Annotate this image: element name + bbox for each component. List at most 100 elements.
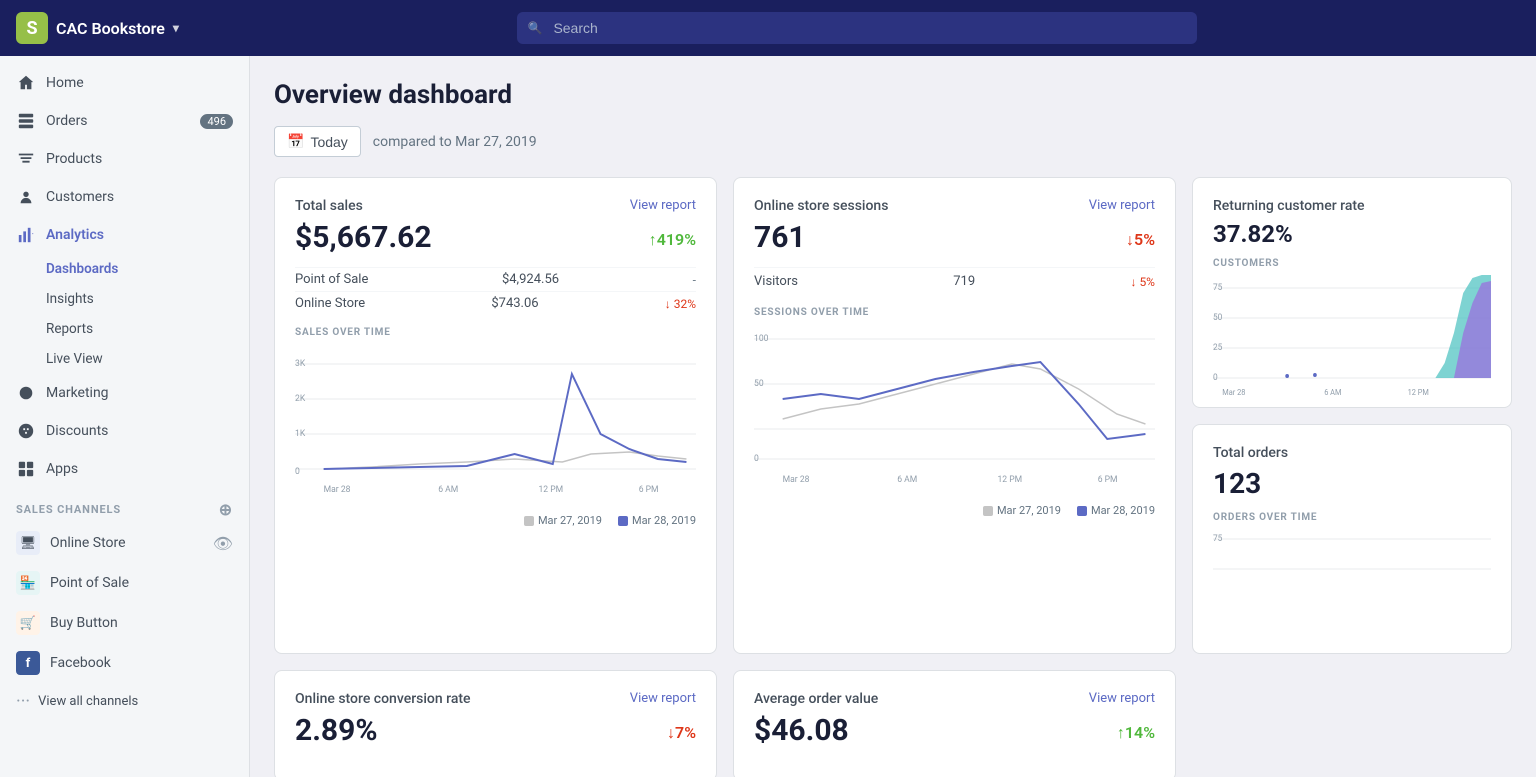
conversion-rate-card: Online store conversion rate View report… <box>274 670 717 777</box>
svg-text:0: 0 <box>754 454 759 464</box>
sidebar-channel-online-store[interactable]: 🖥 Online Store 👁 <box>0 523 249 563</box>
page-title: Overview dashboard <box>274 80 1512 110</box>
pos-change: - <box>693 273 696 287</box>
sidebar-channel-pos[interactable]: 🏪 Point of Sale <box>0 563 249 603</box>
sidebar-sub-insights[interactable]: Insights <box>0 284 249 314</box>
store-name: CAC Bookstore <box>56 19 165 38</box>
sidebar-sub-live-view[interactable]: Live View <box>0 344 249 374</box>
svg-text:Mar 28: Mar 28 <box>324 485 351 495</box>
conversion-change: 7% <box>667 723 696 743</box>
sidebar-channel-buy-button[interactable]: 🛒 Buy Button <box>0 603 249 643</box>
orders-chart: 75 <box>1213 529 1491 613</box>
sidebar-item-home[interactable]: Home <box>0 64 249 102</box>
sidebar-label-discounts: Discounts <box>46 423 108 439</box>
sessions-change: 5% <box>1126 230 1155 250</box>
eye-icon[interactable]: 👁 <box>213 534 233 553</box>
apps-icon <box>16 459 36 479</box>
sidebar-item-apps[interactable]: Apps <box>0 450 249 488</box>
search-input[interactable] <box>517 12 1197 44</box>
svg-text:0: 0 <box>295 467 300 477</box>
view-all-channels[interactable]: ··· View all channels <box>0 683 249 720</box>
svg-text:0: 0 <box>1213 373 1218 383</box>
pos-amount: $4,924.56 <box>502 272 559 287</box>
legend-label-mar28: Mar 28, 2019 <box>632 514 696 527</box>
store-dropdown-icon[interactable]: ▾ <box>173 21 179 35</box>
sidebar-item-marketing[interactable]: Marketing <box>0 374 249 412</box>
store-brand[interactable]: S CAC Bookstore ▾ <box>16 12 179 44</box>
orders-chart-label: ORDERS OVER TIME <box>1213 512 1491 523</box>
analytics-icon <box>16 225 36 245</box>
total-sales-view-report[interactable]: View report <box>630 198 696 213</box>
compare-text: compared to Mar 27, 2019 <box>373 134 537 150</box>
total-orders-card: Total orders 123 ORDERS OVER TIME 75 <box>1192 424 1512 655</box>
marketing-icon <box>16 383 36 403</box>
shopify-icon: S <box>16 12 48 44</box>
returning-rate-card: Returning customer rate 37.82% CUSTOMERS… <box>1192 177 1512 408</box>
orders-icon <box>16 111 36 131</box>
sidebar-item-discounts[interactable]: Discounts <box>0 412 249 450</box>
sidebar-item-orders[interactable]: Orders 496 <box>0 102 249 140</box>
sessions-chart-legend: Mar 27, 2019 Mar 28, 2019 <box>754 504 1155 517</box>
sidebar-label-products: Products <box>46 151 102 167</box>
sidebar-channel-label-facebook: Facebook <box>50 655 111 671</box>
sessions-chart: 100 50 0 Mar 28 6 AM 12 PM 6 PM <box>754 324 1155 498</box>
legend-dot-sessions-mar27 <box>983 506 993 516</box>
svg-text:6 AM: 6 AM <box>438 485 458 495</box>
home-icon <box>16 73 36 93</box>
sidebar-channel-facebook[interactable]: f Facebook <box>0 643 249 683</box>
online-change: ↓ 32% <box>665 297 696 311</box>
sidebar-sub-reports[interactable]: Reports <box>0 314 249 344</box>
total-sales-online-row: Online Store $743.06 ↓ 32% <box>295 291 696 315</box>
returning-chart: 75 50 25 0 Mar 28 6 AM 12 PM <box>1213 273 1491 407</box>
svg-text:25: 25 <box>1213 343 1222 353</box>
svg-text:6 PM: 6 PM <box>639 485 659 495</box>
svg-text:3K: 3K <box>295 359 306 369</box>
sidebar-channel-label-buy-button: Buy Button <box>50 615 118 631</box>
svg-text:75: 75 <box>1213 533 1222 543</box>
sessions-view-report[interactable]: View report <box>1089 198 1155 213</box>
arrow-up-icon <box>649 230 657 249</box>
total-orders-value: 123 <box>1213 467 1261 500</box>
sidebar: Home Orders 496 Products Customers <box>0 56 250 777</box>
total-sales-value: $5,667.62 <box>295 220 432 255</box>
svg-text:6 PM: 6 PM <box>1098 475 1118 485</box>
sidebar-channel-label-online-store: Online Store <box>50 535 126 551</box>
svg-text:12 PM: 12 PM <box>997 475 1022 485</box>
returning-rate-title: Returning customer rate <box>1213 198 1365 214</box>
sidebar-item-products[interactable]: Products <box>0 140 249 178</box>
sidebar-item-customers[interactable]: Customers <box>0 178 249 216</box>
visitors-row: Visitors 719 ↓ 5% <box>754 267 1155 295</box>
svg-text:Mar 28: Mar 28 <box>783 475 810 485</box>
date-today-button[interactable]: 📅 Today <box>274 126 361 157</box>
sales-chart-legend: Mar 27, 2019 Mar 28, 2019 <box>295 514 696 527</box>
sales-chart: 3K 2K 1K 0 Mar 28 6 AM 12 PM 6 PM <box>295 344 696 508</box>
sales-channels-section: SALES CHANNELS ⊕ <box>0 488 249 523</box>
sub-insights-label: Insights <box>46 291 94 307</box>
avg-order-view-report[interactable]: View report <box>1089 691 1155 706</box>
buy-button-icon: 🛒 <box>16 611 40 635</box>
legend-label-mar27: Mar 27, 2019 <box>538 514 602 527</box>
online-amount: $743.06 <box>491 296 538 311</box>
svg-text:6 AM: 6 AM <box>1324 388 1342 397</box>
legend-dot-mar27 <box>524 516 534 526</box>
sidebar-item-analytics[interactable]: Analytics <box>0 216 249 254</box>
svg-text:12 PM: 12 PM <box>1408 388 1430 397</box>
date-btn-label: Today <box>310 134 347 150</box>
total-sales-card: Total sales View report $5,667.62 419% P… <box>274 177 717 654</box>
avg-order-value: $46.08 <box>754 713 849 748</box>
arrow-up-icon2 <box>1117 723 1125 742</box>
svg-text:Mar 28: Mar 28 <box>1222 388 1245 397</box>
sub-dashboards-label: Dashboards <box>46 261 118 277</box>
search-bar[interactable] <box>517 12 1197 44</box>
sidebar-sub-dashboards[interactable]: Dashboards <box>0 254 249 284</box>
svg-text:12 PM: 12 PM <box>538 485 563 495</box>
sidebar-channel-label-pos: Point of Sale <box>50 575 129 591</box>
sessions-value: 761 <box>754 220 806 255</box>
visitors-value: 719 <box>953 274 975 289</box>
add-channel-icon[interactable]: ⊕ <box>219 500 233 519</box>
conversion-view-report[interactable]: View report <box>630 691 696 706</box>
customers-icon <box>16 187 36 207</box>
sidebar-label-orders: Orders <box>46 113 88 129</box>
svg-text:50: 50 <box>754 379 764 389</box>
main-content: Overview dashboard 📅 Today compared to M… <box>250 56 1536 777</box>
